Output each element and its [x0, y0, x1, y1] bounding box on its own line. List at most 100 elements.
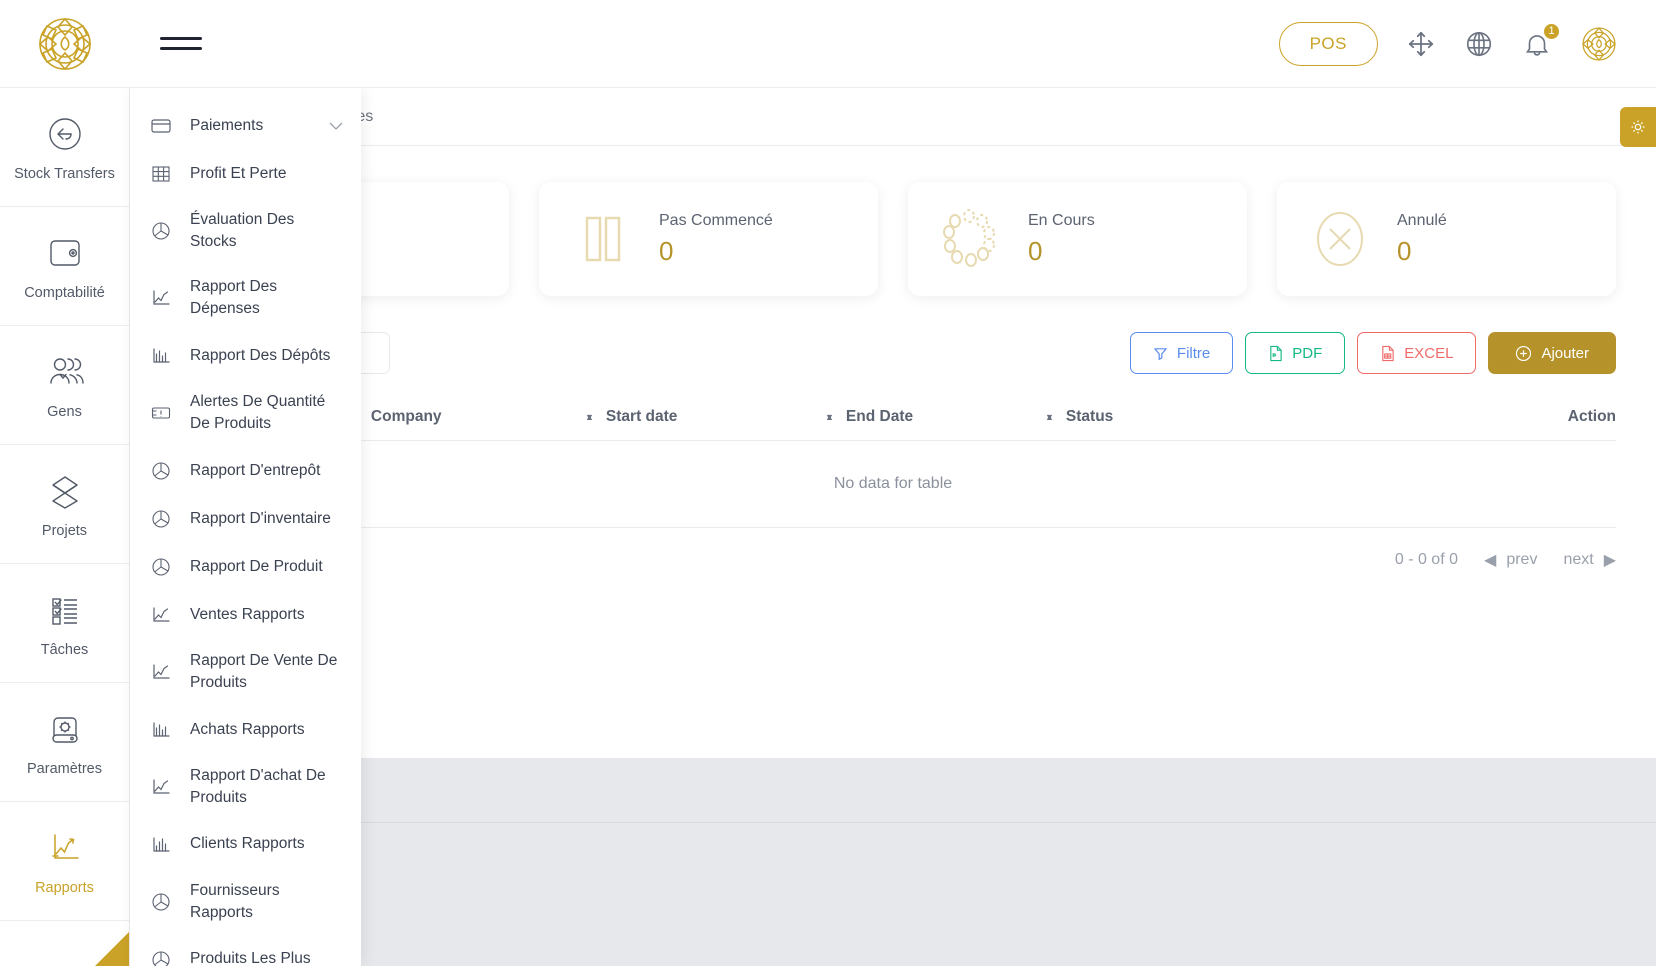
add-button[interactable]: Ajouter — [1488, 332, 1616, 374]
filter-button-label: Filtre — [1176, 344, 1211, 362]
checklist-icon — [44, 589, 86, 631]
submenu-item-label: Fournisseurs Rapports — [190, 881, 280, 922]
pdf-file-icon — [1268, 345, 1283, 362]
pie-chart-icon — [150, 460, 172, 482]
submenu-item-label: Ventes Rapports — [190, 605, 305, 623]
bell-icon[interactable]: 1 — [1522, 21, 1561, 59]
pdf-export-button[interactable]: PDF — [1245, 332, 1346, 374]
submenu-item-fournisseurs-rapports[interactable]: Fournisseurs Rapports — [130, 869, 361, 936]
pagination-next-button[interactable]: next ▶ — [1563, 550, 1616, 570]
box-icon — [44, 470, 86, 512]
alert-card-icon — [150, 402, 172, 424]
sidebar-item-label: Comptabilité — [24, 284, 105, 301]
pie-chart-icon — [150, 220, 172, 242]
submenu-item-rapport-de-produit[interactable]: Rapport De Produit — [130, 543, 361, 591]
excel-button-label: EXCEL — [1404, 344, 1454, 362]
submenu-item-rapport-des-depenses[interactable]: Rapport Des Dépenses — [130, 265, 361, 332]
gear-icon — [1628, 117, 1648, 137]
status-card-not-started[interactable]: Pas Commencé 0 — [539, 182, 878, 296]
status-card-value: 0 — [1397, 235, 1412, 266]
submenu-item-alertes-quantite-produits[interactable]: Alertes De Quantité De Produits — [130, 380, 361, 447]
hamburger-line — [160, 37, 202, 40]
sidebar-item-rapports[interactable]: Rapports — [0, 802, 129, 921]
profile-avatar[interactable] — [1580, 25, 1618, 63]
submenu-item-label: Rapport De Produit — [190, 557, 323, 575]
submenu-item-label: Alertes De Quantité De Produits — [190, 392, 326, 433]
submenu-item-label: Profit Et Perte — [190, 164, 287, 182]
people-icon — [43, 351, 87, 393]
chevron-down-icon[interactable] — [329, 122, 343, 131]
submenu-item-clients-rapports[interactable]: Clients Rapports — [130, 821, 361, 869]
table-head: Sujet ▲▼ Company ▲▼ Start date — [170, 402, 1616, 441]
submenu-item-label: Clients Rapports — [190, 835, 305, 853]
sidebar-item-stock-transfers[interactable]: Stock Transfers — [0, 88, 129, 207]
excel-export-button[interactable]: EXCEL — [1357, 332, 1477, 374]
submenu-item-achats-rapports[interactable]: Achats Rapports — [130, 706, 361, 754]
chevron-right-icon: ▶ — [1603, 552, 1616, 569]
submenu-item-ventes-rapports[interactable]: Ventes Rapports — [130, 591, 361, 639]
wallet-icon — [44, 232, 86, 274]
col-label-end-date: End Date — [845, 408, 914, 425]
pie-chart-icon — [150, 891, 172, 913]
sidebar-item-gens[interactable]: Gens — [0, 326, 129, 445]
submenu-item-label: Rapport Des Dépenses — [190, 277, 278, 318]
card-icon — [150, 115, 172, 137]
table-empty-message: No data for table — [170, 440, 1616, 528]
pie-chart-icon — [150, 556, 172, 578]
add-button-label: Ajouter — [1541, 344, 1589, 362]
column-chart-icon — [150, 834, 172, 856]
col-label-start-date: Start date — [605, 408, 678, 425]
status-card-title: En Cours — [1028, 211, 1095, 229]
table-empty-row: No data for table — [170, 440, 1616, 528]
pos-button[interactable]: POS — [1278, 21, 1378, 66]
col-header-start-date[interactable]: ▲ ▼ Start date — [585, 402, 825, 441]
reports-submenu: Paiements Profit Et Perte Évaluation Des… — [130, 88, 361, 966]
top-bar-actions: POS 1 — [1278, 21, 1656, 66]
sidebar-item-label: Paramètres — [27, 760, 102, 777]
tasks-table: Sujet ▲▼ Company ▲▼ Start date — [170, 402, 1616, 528]
menu-toggle-button[interactable] — [160, 29, 202, 59]
submenu-item-rapport-d-achat-de-produits[interactable]: Rapport D'achat De Produits — [130, 754, 361, 821]
submenu-item-produits-les-plus[interactable]: Produits Les Plus — [130, 936, 361, 966]
submenu-item-evaluation-des-stocks[interactable]: Évaluation Des Stocks — [130, 198, 361, 265]
status-card-value: 0 — [1028, 235, 1043, 266]
submenu-item-label: Produits Les Plus — [190, 950, 311, 966]
pagination-prev-button[interactable]: ◀ prev — [1484, 550, 1537, 570]
status-card-cancelled[interactable]: Annulé 0 — [1277, 182, 1616, 296]
line-chart-icon — [150, 604, 172, 626]
col-header-company[interactable]: ▲▼ Company — [350, 402, 585, 441]
fullscreen-icon[interactable] — [1406, 29, 1436, 59]
excel-file-icon — [1380, 345, 1395, 362]
filter-button[interactable]: Filtre — [1129, 332, 1234, 374]
notification-badge: 1 — [1542, 21, 1561, 41]
sidebar-item-label: Rapports — [35, 879, 94, 896]
submenu-item-rapport-d-entrepot[interactable]: Rapport D'entrepôt — [130, 447, 361, 495]
pdf-button-label: PDF — [1292, 344, 1323, 362]
submenu-item-paiements[interactable]: Paiements — [130, 102, 361, 150]
col-label-status: Status — [1065, 408, 1114, 425]
plus-circle-icon — [1515, 345, 1532, 362]
filter-icon — [1153, 346, 1168, 361]
submenu-item-rapport-de-vente-de-produits[interactable]: Rapport De Vente De Produits — [130, 639, 361, 706]
line-chart-icon — [150, 661, 172, 683]
col-header-status[interactable]: ▲ ▼ Status — [1045, 402, 1275, 441]
sidebar-item-projets[interactable]: Projets — [0, 445, 129, 564]
line-chart-icon — [150, 287, 172, 309]
left-sidebar-rail: Stock Transfers Comptabilité Gens Projet… — [0, 88, 130, 966]
submenu-item-rapport-d-inventaire[interactable]: Rapport D'inventaire — [130, 495, 361, 543]
submenu-item-rapport-des-depots[interactable]: Rapport Des Dépôts — [130, 332, 361, 380]
bar-chart-icon — [150, 719, 172, 741]
status-card-in-progress[interactable]: En Cours 0 — [908, 182, 1247, 296]
submenu-item-label: Paiements — [190, 116, 264, 134]
settings-side-tab[interactable] — [1620, 107, 1656, 147]
submenu-item-profit-et-perte[interactable]: Profit Et Perte — [130, 150, 361, 198]
sidebar-item-label: Tâches — [40, 641, 89, 658]
settings-icon — [44, 708, 86, 750]
sidebar-item-taches[interactable]: Tâches — [0, 564, 129, 683]
globe-icon[interactable] — [1464, 29, 1494, 59]
pie-chart-icon — [150, 508, 172, 530]
col-header-end-date[interactable]: ▲ ▼ End Date — [825, 402, 1045, 441]
status-card-value: 0 — [659, 235, 674, 266]
sidebar-item-parametres[interactable]: Paramètres — [0, 683, 129, 802]
sidebar-item-comptabilite[interactable]: Comptabilité — [0, 207, 129, 326]
